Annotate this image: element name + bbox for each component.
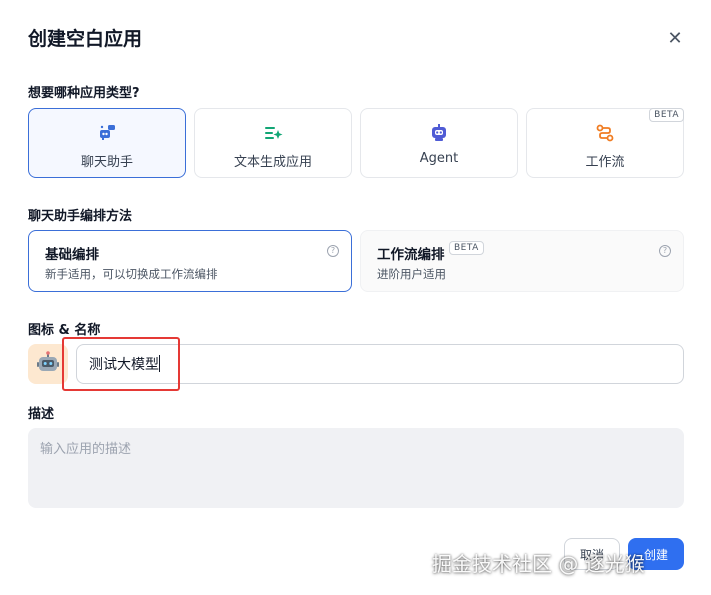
text-generation-icon: [265, 127, 283, 139]
mode-card-basic[interactable]: 基础编排 新手适用，可以切换成工作流编排 ?: [28, 230, 352, 292]
cancel-button[interactable]: 取消: [564, 538, 620, 570]
mode-title-workflow: 工作流编排: [377, 247, 445, 263]
close-icon[interactable]: ✕: [664, 28, 686, 50]
mode-desc-workflow: 进阶用户适用: [377, 267, 446, 281]
chat-bot-icon: [100, 125, 115, 140]
type-label-chat-assistant: 聊天助手: [80, 155, 133, 170]
type-card-text-generation[interactable]: 文本生成应用: [194, 108, 352, 178]
text-caret: [159, 355, 160, 372]
app-type-label: 想要哪种应用类型?: [28, 86, 140, 101]
beta-badge: BETA: [449, 241, 484, 255]
help-icon[interactable]: ?: [327, 245, 339, 257]
orchestration-label: 聊天助手编排方法: [28, 209, 133, 224]
mode-desc-basic: 新手适用，可以切换成工作流编排: [45, 267, 218, 281]
mode-card-workflow[interactable]: 工作流编排 BETA 进阶用户适用 ?: [360, 230, 684, 292]
create-button[interactable]: 创建: [628, 538, 684, 570]
type-label-workflow: 工作流: [585, 155, 625, 170]
workflow-icon: [596, 124, 614, 142]
type-card-workflow[interactable]: BETA 工作流: [526, 108, 684, 178]
create-app-dialog: 创建空白应用 ✕ 想要哪种应用类型? 聊天助手 文本生成应用 Agent BET…: [0, 0, 711, 595]
type-label-agent: Agent: [419, 151, 459, 166]
icon-name-label: 图标 & 名称: [28, 323, 101, 338]
description-label: 描述: [28, 407, 55, 422]
help-icon[interactable]: ?: [659, 245, 671, 257]
type-card-agent[interactable]: Agent: [360, 108, 518, 178]
type-label-text-generation: 文本生成应用: [233, 155, 312, 170]
robot-emoji-icon: [37, 351, 59, 371]
app-avatar[interactable]: [28, 344, 68, 384]
dialog-title: 创建空白应用: [28, 28, 143, 50]
description-textarea[interactable]: [28, 428, 684, 508]
app-name-input[interactable]: [76, 344, 684, 384]
agent-robot-icon: [432, 124, 446, 141]
type-card-chat-assistant[interactable]: 聊天助手: [28, 108, 186, 178]
mode-title-basic: 基础编排: [45, 247, 99, 263]
beta-badge: BETA: [649, 108, 684, 122]
